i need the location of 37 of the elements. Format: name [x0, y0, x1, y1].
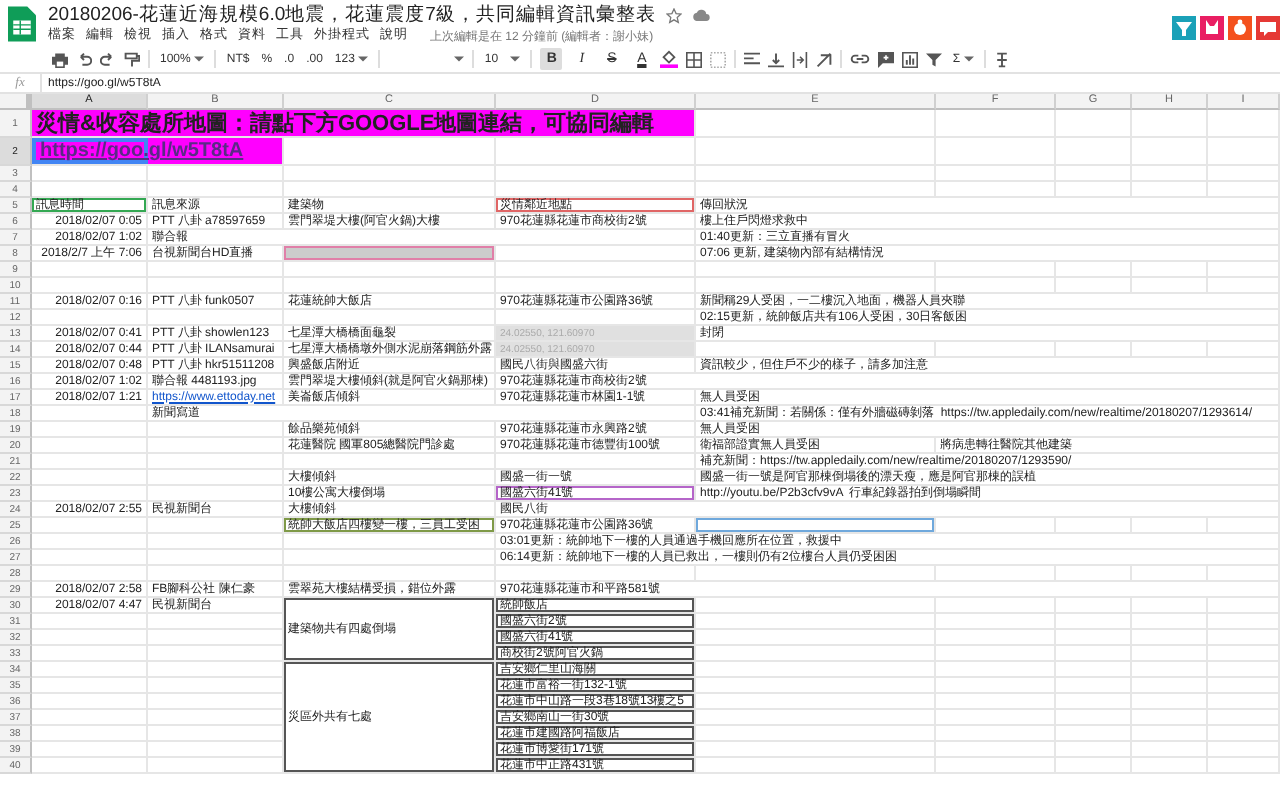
comment-icon[interactable]: [878, 51, 895, 67]
caret-icon: [358, 56, 369, 62]
star-icon[interactable]: [665, 7, 682, 23]
empty-cell: [1208, 110, 1280, 138]
banner-cell: 災情&收容處所地圖：請點下方GOOGLE地圖連結，可協同編輯: [32, 110, 696, 138]
paint-format-icon[interactable]: [124, 51, 140, 67]
wrap-icon[interactable]: [792, 51, 809, 67]
empty-cell: [1132, 138, 1208, 166]
extension-icon[interactable]: [1228, 16, 1252, 40]
empty-cell: [1208, 138, 1280, 166]
redo-icon[interactable]: [100, 51, 116, 67]
chart-icon[interactable]: [902, 51, 919, 67]
filter-icon[interactable]: [926, 51, 943, 67]
caret-icon: [510, 56, 521, 62]
fill-color-icon[interactable]: [660, 50, 679, 68]
caret-icon: [964, 56, 975, 62]
caret-icon: [194, 56, 205, 62]
cloud-icon[interactable]: [691, 8, 710, 22]
extension-icon[interactable]: [1172, 16, 1196, 40]
undo-icon[interactable]: [76, 51, 92, 67]
extension-icon[interactable]: [1200, 16, 1224, 40]
rotate-icon[interactable]: [816, 51, 833, 67]
spreadsheet-icon[interactable]: [8, 6, 36, 42]
print-icon[interactable]: [52, 51, 68, 67]
borders-icon[interactable]: [686, 51, 703, 67]
input-tools-icon[interactable]: [994, 51, 1011, 67]
link-icon[interactable]: [850, 54, 871, 64]
empty-cell: [1132, 110, 1208, 138]
vertical-align-icon[interactable]: [768, 51, 785, 67]
align-icon[interactable]: [744, 51, 761, 67]
caret-icon: [454, 56, 465, 62]
document-title[interactable]: 20180206-花蓮近海規模6.0地震，花蓮震度7級，共同編輯資訊彙整表: [48, 2, 656, 28]
empty-cell: [1056, 110, 1132, 138]
empty-cell: [936, 138, 1056, 166]
empty-cell: [936, 110, 1056, 138]
empty-cell: [1056, 138, 1132, 166]
extension-icon[interactable]: [1256, 16, 1280, 40]
